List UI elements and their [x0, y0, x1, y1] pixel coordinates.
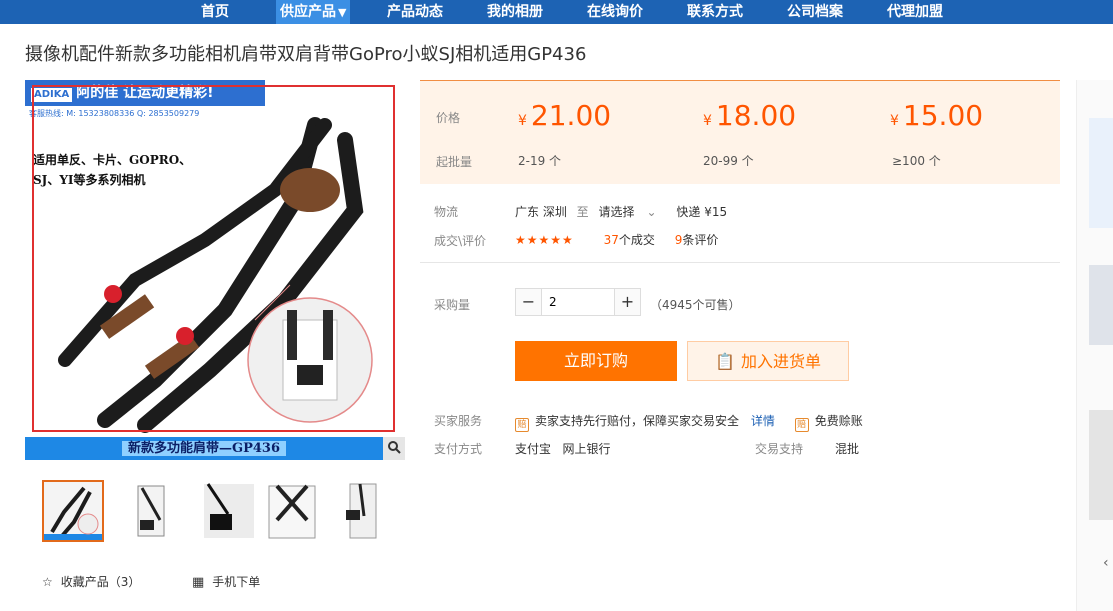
range-tier-3: ≥100 个	[892, 154, 941, 168]
destination-select-label: 请选择	[598, 205, 635, 219]
payment-label: 支付方式	[434, 442, 483, 456]
nav-contact[interactable]: 联系方式	[687, 0, 743, 24]
thumbnail-1[interactable]	[42, 480, 104, 542]
chevron-left-icon[interactable]: ‹	[1103, 555, 1109, 571]
selection-frame	[32, 85, 395, 432]
price-tier-1-value: 21.00	[530, 99, 612, 132]
price-tier-2: ¥18.00	[703, 99, 796, 132]
add-to-list-button[interactable]: 📋 加入进货单	[687, 341, 849, 381]
service-text: 卖家支持先行赔付，保障买家交易安全	[535, 414, 740, 428]
deal-suffix: 个成交	[618, 233, 655, 247]
review-suffix: 条评价	[682, 233, 719, 247]
related-product-3[interactable]	[1089, 410, 1113, 520]
currency-1: ¥	[518, 113, 527, 129]
review-count-link[interactable]: 9条评价	[675, 233, 719, 247]
payment-methods: 支付宝 网上银行	[515, 442, 611, 456]
service-label: 买家服务	[434, 414, 483, 428]
model-banner-text: 新款多功能肩带—GP436	[121, 441, 286, 456]
price-label: 价格	[436, 111, 461, 125]
related-products-strip: ‹	[1076, 80, 1113, 611]
destination-select[interactable]: 请选择 ⌄	[599, 205, 657, 219]
main-product-image[interactable]: ADIKA 阿的佳 让运动更精彩! 客服热线: M: 15323808336 Q:…	[25, 80, 405, 460]
price-panel: 价格 起批量 ¥21.00 ¥18.00 ¥15.00 2-19 个 20-99…	[420, 80, 1060, 184]
logistics-info: 广东 深圳 至 请选择 ⌄ 快递 ¥15	[515, 203, 727, 220]
chevron-down-icon: ⌄	[646, 205, 657, 219]
thumbnail-3[interactable]	[198, 480, 260, 542]
product-title: 摄像机配件新款多功能相机肩带双肩背带GoPro小蚁SJ相机适用GP436	[25, 44, 587, 65]
nav-products-label: 供应产品	[280, 4, 336, 20]
nav-inquiry[interactable]: 在线询价	[587, 0, 643, 24]
star-outline-icon: ☆	[42, 575, 53, 589]
model-banner: 新款多功能肩带—GP436	[25, 437, 383, 460]
service-detail-link[interactable]: 详情	[751, 414, 775, 428]
collect-label: 收藏产品（3）	[60, 575, 141, 589]
section-divider	[420, 262, 1060, 263]
nav-album[interactable]: 我的相册	[487, 0, 543, 24]
collect-button[interactable]: ☆ 收藏产品（3）	[42, 573, 140, 590]
price-tier-3: ¥15.00	[890, 99, 983, 132]
thumbnail-strip	[42, 480, 396, 542]
price-tier-1: ¥21.00	[518, 99, 611, 132]
buy-now-button[interactable]: 立即订购	[515, 341, 677, 381]
thumbnail-4[interactable]	[261, 480, 323, 542]
mobile-order-label: 手机下单	[212, 575, 261, 589]
quantity-stepper: − +	[515, 288, 641, 316]
logistics-to-word: 至	[576, 205, 589, 219]
nav-agent[interactable]: 代理加盟	[887, 0, 943, 24]
logistics-from: 广东 深圳	[515, 205, 567, 219]
related-product-1[interactable]	[1089, 118, 1113, 228]
nav-news[interactable]: 产品动态	[387, 0, 443, 24]
service-info: 赔卖家支持先行赔付，保障买家交易安全 详情 赔免费赊账	[515, 412, 863, 432]
nav-home[interactable]: 首页	[201, 0, 229, 24]
clipboard-icon: 📋	[715, 352, 735, 371]
mobile-order-button[interactable]: ▦ 手机下单	[192, 573, 260, 590]
rating-stars: ★★★★★	[515, 233, 574, 247]
logistics-label: 物流	[434, 205, 459, 219]
qr-code-icon: ▦	[192, 575, 205, 590]
free-credit-text: 免费赊账	[814, 414, 863, 428]
nav-products[interactable]: 供应产品 ▼	[276, 0, 351, 24]
purchase-label: 采购量	[434, 298, 471, 312]
currency-2: ¥	[703, 113, 712, 129]
range-tier-1: 2-19 个	[518, 154, 562, 168]
stock-available: （4945个可售）	[650, 298, 741, 312]
trade-support-label: 交易支持	[755, 442, 804, 456]
trade-support-value: 混批	[835, 442, 860, 456]
express-fee: 快递 ¥15	[676, 205, 728, 219]
deals-info: ★★★★★ 37个成交 9条评价	[515, 231, 718, 248]
shield-badge-icon: 赔	[515, 418, 529, 432]
currency-3: ¥	[890, 113, 899, 129]
quantity-minus-button[interactable]: −	[516, 289, 542, 315]
top-nav: 首页 供应产品 ▼ 产品动态 我的相册 在线询价 联系方式 公司档案 代理加盟	[0, 0, 1113, 24]
caret-down-icon: ▼	[338, 6, 347, 19]
quantity-input[interactable]	[543, 289, 614, 315]
price-tier-3-value: 15.00	[902, 99, 984, 132]
credit-badge-icon: 赔	[794, 418, 809, 432]
quantity-plus-button[interactable]: +	[614, 289, 640, 315]
add-to-list-label: 加入进货单	[740, 352, 821, 371]
thumbnail-5[interactable]	[334, 480, 396, 542]
magnifier-icon[interactable]	[383, 437, 405, 460]
moq-label: 起批量	[436, 155, 473, 169]
thumbnail-2[interactable]	[120, 480, 182, 542]
related-product-2[interactable]	[1089, 265, 1113, 345]
deal-count: 37	[603, 233, 619, 247]
deal-count-link[interactable]: 37个成交	[604, 233, 655, 247]
range-tier-2: 20-99 个	[703, 154, 754, 168]
deals-label: 成交\评价	[434, 234, 487, 248]
nav-company[interactable]: 公司档案	[787, 0, 843, 24]
price-tier-2-value: 18.00	[715, 99, 797, 132]
